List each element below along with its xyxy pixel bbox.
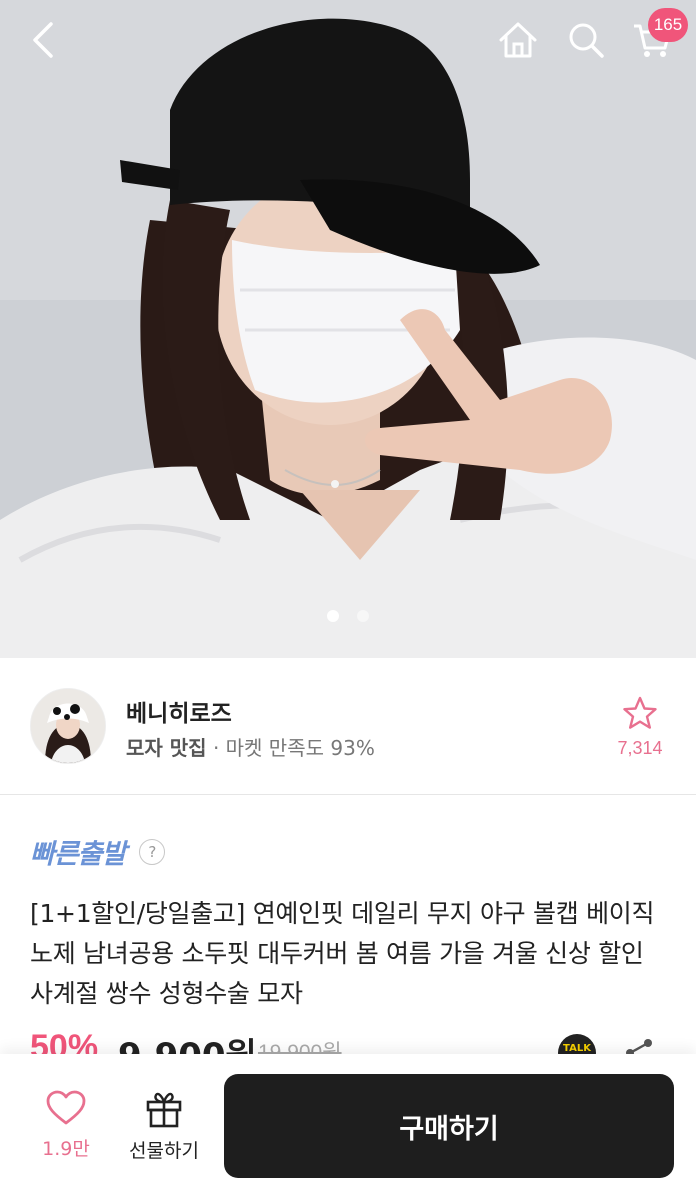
gallery-dot-active[interactable] (327, 610, 339, 622)
heart-icon (46, 1090, 86, 1125)
gift-icon (146, 1092, 182, 1128)
seller-avatar-image (31, 689, 105, 763)
gift-button[interactable]: 선물하기 (118, 1090, 210, 1163)
search-icon (569, 23, 604, 58)
like-button[interactable]: 1.9만 (30, 1090, 102, 1161)
like-count: 1.9만 (42, 1138, 90, 1160)
seller-name[interactable]: 베니히로즈 (126, 694, 232, 728)
seller-category: 모자 맛집 (126, 736, 207, 760)
talk-icon-label: TALK (563, 1043, 591, 1054)
star-icon (623, 696, 657, 729)
seller-satisfaction: · 마켓 만족도 93% (212, 736, 375, 760)
home-icon (499, 22, 537, 58)
buy-button[interactable]: 구매하기 (224, 1074, 674, 1178)
seller-info-row[interactable]: 베니히로즈 모자 맛집 · 마켓 만족도 93% 7,314 (0, 658, 696, 795)
bottom-action-bar: 1.9만 선물하기 구매하기 (0, 1054, 696, 1200)
fast-shipping-badge: 빠른출발 ? (30, 832, 166, 871)
cart-count-badge: 165 (648, 8, 688, 42)
home-button[interactable] (492, 14, 544, 66)
top-navigation-bar: 165 (0, 0, 696, 84)
fast-shipping-label: 빠른출발 (30, 839, 126, 870)
seller-avatar[interactable] (30, 688, 106, 764)
search-button[interactable] (560, 14, 612, 66)
product-photo (0, 0, 696, 658)
gallery-pagination (0, 610, 696, 622)
back-icon (33, 22, 53, 58)
gallery-dot[interactable] (357, 610, 369, 622)
product-title: [1+1할인/당일출고] 연예인핏 데일리 무지 야구 볼캡 베이직 노제 남녀… (30, 899, 655, 1008)
back-button[interactable] (18, 14, 70, 66)
gift-label: 선물하기 (129, 1140, 199, 1162)
product-image-gallery[interactable]: 165 (0, 0, 696, 658)
favorite-count: 7,314 (617, 738, 663, 758)
seller-subtitle: 모자 맛집 · 마켓 만족도 93% (126, 732, 375, 761)
favorite-seller-button[interactable]: 7,314 (608, 696, 672, 759)
help-icon[interactable]: ? (139, 838, 166, 865)
